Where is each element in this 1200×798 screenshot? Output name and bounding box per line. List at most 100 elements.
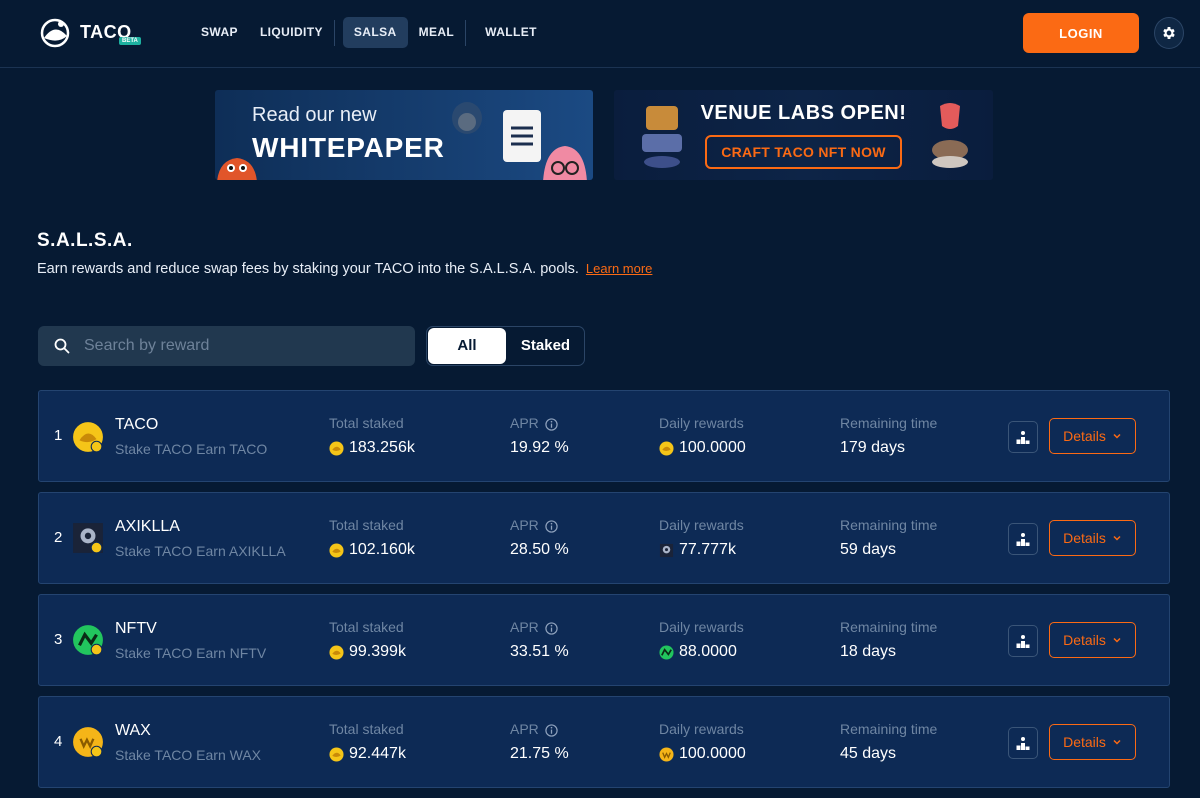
- axiklla-coin-icon: [659, 543, 674, 557]
- pink-mascot-icon: [543, 146, 587, 180]
- search-box[interactable]: [38, 326, 415, 366]
- nav-liquidity[interactable]: LIQUIDITY: [249, 17, 334, 48]
- nftv-coin-icon: [659, 644, 674, 660]
- learn-more-link[interactable]: Learn more: [586, 261, 652, 276]
- pool-token-icon-wrap: [72, 726, 103, 758]
- details-button[interactable]: Details: [1049, 520, 1136, 556]
- total-staked-value: 92.447k: [329, 745, 406, 763]
- taco-coin-icon: [329, 542, 344, 558]
- remaining-time-label: Remaining time: [840, 619, 938, 635]
- apr-label-text: APR: [510, 721, 539, 737]
- tab-all[interactable]: All: [428, 328, 506, 364]
- daily-rewards-value: 88.0000: [659, 643, 737, 661]
- details-label: Details: [1063, 428, 1106, 444]
- daily-rewards-label: Daily rewards: [659, 517, 744, 533]
- total-staked-value: 102.160k: [329, 541, 415, 559]
- details-button[interactable]: Details: [1049, 418, 1136, 454]
- taco-coin-icon: [329, 440, 344, 456]
- jar-icon: [452, 102, 482, 134]
- total-staked-value: 99.399k: [329, 643, 406, 661]
- axiklla-token-icon: [73, 523, 103, 554]
- leaderboard-icon: [1016, 431, 1030, 444]
- leaderboard-icon: [1016, 635, 1030, 648]
- pool-token-icon-wrap: [72, 421, 103, 453]
- creature-icon: [932, 103, 968, 168]
- remaining-time-value: 59 days: [840, 541, 897, 558]
- apr-label: APR: [510, 415, 558, 431]
- apr-label: APR: [510, 619, 558, 635]
- pool-subtitle: Stake TACO Earn AXIKLLA: [115, 543, 286, 559]
- taco-coin-icon: [329, 746, 344, 762]
- pool-row: 3 NFTV Stake TACO Earn NFTV Total staked…: [38, 594, 1170, 686]
- leaderboard-button[interactable]: [1008, 421, 1038, 453]
- remaining-time-label: Remaining time: [840, 721, 938, 737]
- whitepaper-banner-title: WHITEPAPER: [252, 132, 445, 163]
- details-label: Details: [1063, 734, 1106, 750]
- scroll-document-icon: [503, 110, 541, 162]
- taco-token-icon: [73, 422, 103, 453]
- login-button[interactable]: LOGIN: [1023, 13, 1139, 53]
- total-staked-amount: 92.447k: [349, 745, 406, 762]
- robot-taco-icon: [642, 106, 682, 168]
- daily-rewards-label: Daily rewards: [659, 619, 744, 635]
- details-button[interactable]: Details: [1049, 724, 1136, 760]
- total-staked-label: Total staked: [329, 619, 404, 635]
- remaining-time-value: 45 days: [840, 745, 897, 762]
- nav-meal[interactable]: MEAL: [408, 17, 466, 48]
- gear-icon: [1163, 27, 1175, 39]
- search-input[interactable]: [84, 326, 404, 366]
- details-button[interactable]: Details: [1049, 622, 1136, 658]
- daily-rewards-value: 77.777k: [659, 541, 736, 559]
- pool-rank: 2: [54, 529, 63, 546]
- info-icon[interactable]: [545, 418, 558, 431]
- settings-button[interactable]: [1154, 17, 1184, 49]
- pool-rank: 3: [54, 631, 63, 648]
- info-icon[interactable]: [545, 520, 558, 533]
- nav-divider: [465, 19, 467, 46]
- remaining-time-value: 18 days: [840, 643, 897, 660]
- apr-label-text: APR: [510, 415, 539, 431]
- pool-name: NFTV: [115, 620, 157, 637]
- pool-token-icon-wrap: [72, 624, 103, 656]
- apr-value: 21.75 %: [510, 745, 569, 762]
- nav-divider: [333, 19, 335, 46]
- red-mascot-icon: [217, 158, 257, 180]
- remaining-time-label: Remaining time: [840, 517, 938, 533]
- whitepaper-banner[interactable]: Read our new WHITEPAPER: [215, 90, 593, 180]
- leaderboard-button[interactable]: [1008, 727, 1038, 759]
- details-label: Details: [1063, 530, 1106, 546]
- pool-row: 2 AXIKLLA Stake TACO Earn AXIKLLA Total …: [38, 492, 1170, 584]
- total-staked-label: Total staked: [329, 517, 404, 533]
- venue-labs-banner[interactable]: VENUE LABS OPEN! CRAFT TACO NFT NOW: [614, 90, 993, 180]
- apr-label-text: APR: [510, 517, 539, 533]
- info-icon[interactable]: [545, 622, 558, 635]
- total-staked-amount: 99.399k: [349, 643, 406, 660]
- info-icon[interactable]: [545, 724, 558, 737]
- pool-name: WAX: [115, 722, 151, 739]
- daily-rewards-label: Daily rewards: [659, 415, 744, 431]
- wax-coin-icon: [659, 746, 674, 762]
- leaderboard-icon: [1016, 737, 1030, 750]
- pool-rank: 4: [54, 733, 63, 750]
- daily-rewards-amount: 100.0000: [679, 439, 746, 456]
- tab-staked[interactable]: Staked: [507, 328, 584, 364]
- leaderboard-button[interactable]: [1008, 625, 1038, 657]
- pool-subtitle: Stake TACO Earn WAX: [115, 747, 262, 763]
- total-staked-label: Total staked: [329, 721, 404, 737]
- leaderboard-button[interactable]: [1008, 523, 1038, 555]
- main-nav: SWAP LIQUIDITY SALSA MEAL WALLET: [190, 17, 548, 48]
- apr-label-text: APR: [510, 619, 539, 635]
- chevron-down-icon: [1113, 739, 1121, 745]
- chevron-down-icon: [1113, 433, 1121, 439]
- nftv-token-icon: [73, 625, 103, 656]
- apr-label: APR: [510, 721, 558, 737]
- craft-nft-button[interactable]: CRAFT TACO NFT NOW: [705, 135, 902, 169]
- nav-swap[interactable]: SWAP: [190, 17, 249, 48]
- filter-tabs: All Staked: [426, 326, 585, 366]
- search-icon: [54, 338, 70, 354]
- nav-wallet[interactable]: WALLET: [474, 17, 548, 48]
- nav-salsa[interactable]: SALSA: [342, 17, 408, 48]
- page-description-text: Earn rewards and reduce swap fees by sta…: [37, 261, 579, 277]
- page-description: Earn rewards and reduce swap fees by sta…: [37, 261, 652, 277]
- top-header: TACO BETA SWAP LIQUIDITY SALSA MEAL WALL…: [0, 0, 1200, 68]
